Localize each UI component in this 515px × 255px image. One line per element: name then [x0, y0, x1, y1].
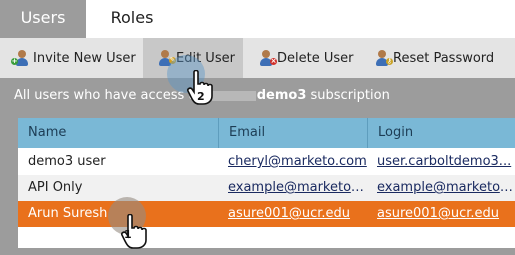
users-panel: All users who have access to t demo3 subs…	[0, 78, 515, 255]
invite-new-user-label: Invite New User	[33, 50, 136, 66]
tab-roles[interactable]: Roles	[86, 0, 178, 38]
step-1-label: 1	[124, 228, 132, 241]
user-key-icon: ⚷	[374, 50, 393, 66]
column-header-email[interactable]: Email	[218, 118, 367, 148]
reset-password-label: Reset Password	[393, 50, 495, 66]
user-delete-icon: ×	[258, 50, 277, 66]
redacted-text	[211, 90, 256, 101]
column-header-name[interactable]: Name	[18, 118, 218, 148]
user-add-icon: +	[11, 50, 30, 66]
description-suffix: subscription	[306, 88, 390, 103]
table-header: Name Email Login	[18, 118, 515, 148]
cell-email[interactable]: example@marketo.c...	[218, 175, 367, 201]
step-2-label: 2	[197, 90, 205, 103]
hand-pointer-icon: 1	[121, 214, 147, 249]
cell-email[interactable]: cheryl@marketo.com	[218, 149, 367, 175]
cell-name: API Only	[28, 180, 83, 195]
cell-login[interactable]: example@marketo.c...	[367, 175, 515, 201]
column-header-login[interactable]: Login	[367, 118, 515, 148]
cell-email[interactable]: asure001@ucr.edu	[218, 201, 367, 227]
delete-user-label: Delete User	[277, 50, 354, 66]
description-subscription-name: demo3	[256, 88, 307, 103]
table-row[interactable]: demo3 user cheryl@marketo.com user.carbo…	[18, 149, 515, 175]
cell-name: demo3 user	[28, 154, 106, 169]
reset-password-button[interactable]: ⚷ Reset Password	[374, 38, 494, 78]
users-table: Name Email Login demo3 user cheryl@marke…	[18, 118, 515, 248]
cell-login[interactable]: asure001@ucr.edu	[367, 201, 515, 227]
tab-users[interactable]: Users	[0, 0, 86, 38]
tab-bar: Users Roles	[0, 0, 515, 38]
delete-user-button[interactable]: × Delete User	[258, 38, 353, 78]
toolbar: + Invite New User ✎ Edit User × Delete U…	[0, 38, 515, 78]
invite-new-user-button[interactable]: + Invite New User	[11, 38, 136, 78]
cell-login[interactable]: user.carboltdemo3...	[367, 149, 515, 175]
table-row[interactable]: API Only example@marketo.c... example@ma…	[18, 175, 515, 201]
hand-pointer-icon: 2	[187, 70, 213, 105]
table-row-selected[interactable]: Arun Suresh asure001@ucr.edu asure001@uc…	[18, 201, 515, 227]
